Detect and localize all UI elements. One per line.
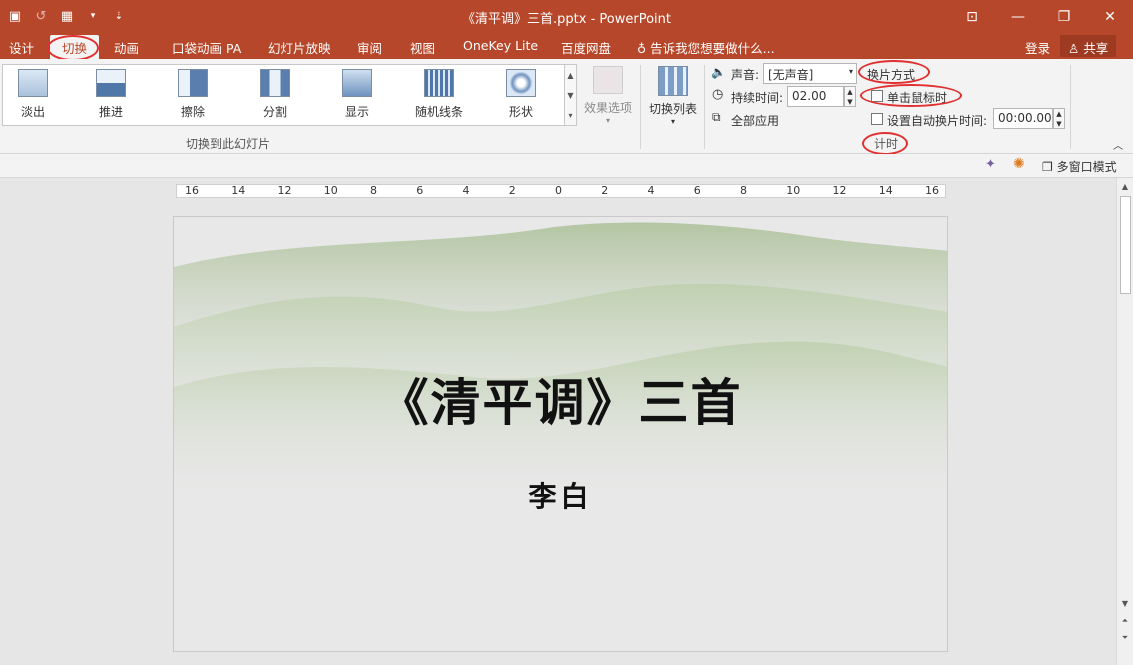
ruler-label: 14 — [878, 184, 893, 197]
sparkle-icon[interactable]: ✦ — [985, 157, 996, 172]
scroll-thumb[interactable] — [1120, 196, 1131, 294]
chevron-down-icon: ▾ — [605, 116, 610, 125]
share-button[interactable]: ♙ 共享 — [1060, 35, 1117, 57]
clock-icon: ◷ — [712, 87, 724, 102]
tab-animations[interactable]: 动画 — [114, 38, 139, 57]
login-link[interactable]: 登录 — [1025, 38, 1050, 57]
sound-select[interactable]: [无声音] ▾ — [763, 63, 857, 84]
ruler-label: 12 — [832, 184, 847, 197]
annotation-circle-advance — [858, 60, 930, 84]
gallery-more-icon[interactable]: ▾ — [565, 105, 576, 125]
ruler-label: 6 — [693, 184, 701, 197]
gear-icon[interactable]: ✺ — [1013, 156, 1025, 172]
multi-window-button[interactable]: ❐ 多窗口模式 — [1042, 158, 1117, 175]
gallery-scrollbar[interactable]: ▲ ▼ ▾ — [564, 64, 577, 126]
vertical-scrollbar[interactable]: ▲ ▼ ⏶ ⏷ — [1116, 178, 1133, 665]
tab-slideshow[interactable]: 幻灯片放映 — [268, 38, 331, 57]
ruler-label: 10 — [323, 184, 338, 197]
transition-random-bars[interactable]: 随机线条 — [409, 69, 469, 120]
scroll-down-icon[interactable]: ▼ — [1117, 595, 1133, 611]
scroll-up-icon[interactable]: ▲ — [1117, 178, 1133, 194]
duration-input[interactable]: 02.00 — [787, 86, 844, 107]
reveal-icon — [342, 69, 372, 97]
next-slide-icon[interactable]: ⏷ — [1117, 630, 1133, 646]
chevron-down-icon: ▾ — [670, 117, 675, 126]
duration-label: 持续时间: — [731, 91, 784, 105]
transition-fade[interactable]: 淡出 — [3, 69, 63, 120]
slide-subtitle[interactable]: 李白 — [174, 475, 947, 515]
ribbon-display-button[interactable]: ⊡ — [949, 0, 995, 33]
transition-push[interactable]: 推进 — [81, 69, 141, 120]
switch-list-icon — [658, 66, 688, 96]
ruler-label: 16 — [925, 184, 939, 197]
tab-onekey[interactable]: OneKey Lite — [463, 38, 538, 53]
sound-label: 声音: — [731, 68, 760, 82]
command-bar: ✦ ✺ ❐ 多窗口模式 — [0, 154, 1133, 178]
effect-options-icon — [593, 66, 623, 94]
slide-editor: 16 14 12 10 8 6 4 2 0 2 4 6 8 10 12 14 16 《清平调》三首 李白 — [0, 178, 1116, 665]
chevron-down-icon: ▾ — [848, 67, 853, 76]
transition-shape[interactable]: 形状 — [491, 69, 551, 120]
tab-review[interactable]: 审阅 — [357, 38, 382, 57]
gallery-up-icon[interactable]: ▲ — [565, 65, 576, 85]
auto-advance-label: 设置自动换片时间: — [887, 114, 988, 128]
auto-advance-stepper[interactable]: ▲ ▼ — [1053, 108, 1065, 129]
person-icon: ♙ — [1068, 41, 1080, 56]
tell-me-search[interactable]: ♁ 告诉我您想要做什么... — [637, 38, 775, 57]
ribbon-transitions: 淡出 推进 擦除 分割 显示 随机线条 形状 ▲ ▼ ▾ 切换到此幻灯片 效果选… — [0, 59, 1133, 154]
push-icon — [96, 69, 126, 97]
slide-canvas[interactable]: 《清平调》三首 李白 — [173, 216, 948, 652]
apply-all-icon: ⧉ — [712, 110, 721, 124]
speaker-icon: 🔈 — [711, 65, 726, 79]
transition-reveal[interactable]: 显示 — [327, 69, 387, 120]
ruler-label: 8 — [370, 184, 377, 197]
split-icon — [260, 69, 290, 97]
ribbon-tabs: 设计 切换 动画 口袋动画 PA 幻灯片放映 审阅 视图 OneKey Lite… — [0, 33, 1133, 59]
apply-all-button[interactable]: 全部应用 — [731, 112, 779, 129]
ruler-label: 4 — [647, 184, 655, 197]
tab-design[interactable]: 设计 — [9, 38, 34, 57]
annotation-circle-tab — [47, 35, 99, 61]
ruler-label: 16 — [185, 184, 199, 197]
gallery-down-icon[interactable]: ▼ — [565, 85, 576, 105]
close-button[interactable]: ✕ — [1087, 0, 1133, 33]
transition-wipe[interactable]: 擦除 — [163, 69, 223, 120]
wipe-icon — [178, 69, 208, 97]
shape-icon — [506, 69, 536, 97]
ruler-label: 4 — [462, 184, 470, 197]
ruler-label: 10 — [786, 184, 801, 197]
minimize-button[interactable]: — — [995, 0, 1041, 33]
annotation-circle-timing — [862, 132, 908, 155]
auto-advance-checkbox[interactable] — [871, 113, 883, 125]
tab-pocket-animation[interactable]: 口袋动画 PA — [172, 38, 241, 57]
ruler-label: 2 — [508, 184, 516, 197]
tab-baidu-netdisk[interactable]: 百度网盘 — [561, 38, 611, 57]
ruler-label: 2 — [601, 184, 609, 197]
slide-title[interactable]: 《清平调》三首 — [174, 363, 947, 435]
window-icon: ❐ — [1042, 160, 1053, 174]
effect-options-button[interactable]: 效果选项 ▾ — [580, 66, 636, 125]
tab-view[interactable]: 视图 — [410, 38, 435, 57]
auto-advance-time-input[interactable]: 00:00.00 — [993, 108, 1053, 129]
previous-slide-icon[interactable]: ⏶ — [1117, 613, 1133, 629]
ruler-label: 12 — [277, 184, 292, 197]
group-label-transition: 切换到此幻灯片 — [186, 137, 271, 151]
ruler-label: 14 — [231, 184, 246, 197]
random-bars-icon — [424, 69, 454, 97]
fade-icon — [18, 69, 48, 97]
ruler-label: 6 — [416, 184, 424, 197]
horizontal-ruler: 16 14 12 10 8 6 4 2 0 2 4 6 8 10 12 14 16 — [176, 184, 946, 198]
maximize-button[interactable]: ❐ — [1041, 0, 1087, 33]
annotation-circle-on-click — [860, 84, 962, 107]
ruler-label: 0 — [555, 184, 562, 197]
title-bar: ▣ ↺ ▦ ▾ ⇣ 《清平调》三首.pptx - PowerPoint ⊡ — … — [0, 0, 1133, 33]
lightbulb-icon: ♁ — [637, 41, 647, 56]
transition-split[interactable]: 分割 — [245, 69, 305, 120]
duration-stepper[interactable]: ▲ ▼ — [844, 86, 856, 107]
collapse-ribbon-icon[interactable]: ︿ — [1113, 137, 1123, 152]
transition-gallery: 淡出 推进 擦除 分割 显示 随机线条 形状 — [2, 64, 565, 126]
switch-list-button[interactable]: 切换列表 ▾ — [646, 66, 700, 126]
ruler-label: 8 — [740, 184, 747, 197]
